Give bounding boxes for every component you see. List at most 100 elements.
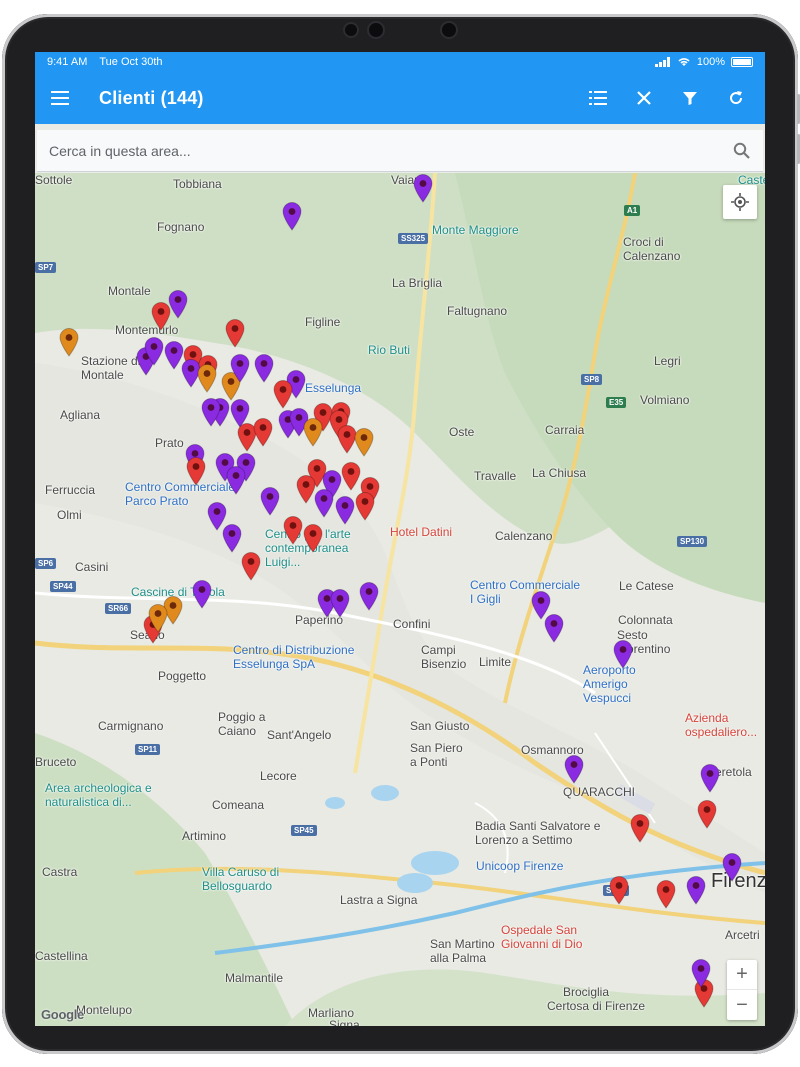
place-label: Villa Caruso di Bellosguardo xyxy=(202,865,280,893)
client-pin-purple[interactable] xyxy=(221,523,243,553)
client-pin-purple[interactable] xyxy=(721,852,743,882)
client-pin-purple[interactable] xyxy=(563,754,585,784)
client-pin-purple[interactable] xyxy=(334,495,356,525)
client-pin-purple[interactable] xyxy=(543,613,565,643)
client-pin-orange[interactable] xyxy=(58,327,80,357)
client-pin-purple[interactable] xyxy=(281,201,303,231)
client-pin-red[interactable] xyxy=(696,799,718,829)
client-pin-red[interactable] xyxy=(302,523,324,553)
zoom-in-button[interactable]: + xyxy=(727,960,757,990)
client-pin-purple[interactable] xyxy=(690,958,712,988)
page-title: Clienti (144) xyxy=(99,87,204,108)
client-pin-red[interactable] xyxy=(252,417,274,447)
place-label: Olmi xyxy=(57,508,82,522)
place-label: La Briglia xyxy=(392,276,443,290)
place-label: Tobbiana xyxy=(173,177,222,191)
client-pin-red[interactable] xyxy=(608,875,630,905)
status-right: 100% xyxy=(654,56,753,68)
my-location-button[interactable] xyxy=(723,185,757,219)
app-screen: 9:41 AM Tue Oct 30th 100% Clienti (144) xyxy=(35,52,765,1026)
place-label: Croci di Calenzano xyxy=(623,235,681,263)
client-pin-purple[interactable] xyxy=(143,336,165,366)
search-icon[interactable] xyxy=(733,142,751,160)
wifi-icon xyxy=(678,58,690,66)
place-label: Rio Buti xyxy=(368,343,411,357)
client-pin-red[interactable] xyxy=(224,318,246,348)
search-input[interactable] xyxy=(49,142,733,159)
client-pin-red[interactable] xyxy=(240,551,262,581)
client-pin-purple[interactable] xyxy=(229,353,251,383)
place-label: Montale xyxy=(108,284,151,298)
place-label: San Giusto xyxy=(410,719,470,733)
place-label: Centro di Distribuzione Esselunga SpA xyxy=(233,643,355,671)
place-label: Le Catese xyxy=(619,579,674,593)
client-pin-purple[interactable] xyxy=(685,875,707,905)
place-label: Unicoop Firenze xyxy=(476,859,564,873)
place-label: Aeroporto Amerigo Vespucci xyxy=(583,663,636,705)
road-badge: SR66 xyxy=(105,603,132,614)
client-pin-red[interactable] xyxy=(629,813,651,843)
client-pin-red[interactable] xyxy=(272,379,294,409)
camera-icon xyxy=(369,23,383,37)
client-pin-purple[interactable] xyxy=(699,763,721,793)
menu-icon[interactable] xyxy=(49,87,71,109)
list-icon[interactable] xyxy=(587,87,609,109)
client-pin-orange[interactable] xyxy=(302,417,324,447)
place-label: Centro Commerciale I Gigli xyxy=(470,578,581,606)
client-pin-purple[interactable] xyxy=(329,588,351,618)
filter-icon[interactable] xyxy=(679,87,701,109)
client-pin-purple[interactable] xyxy=(191,579,213,609)
place-label: Esselunga xyxy=(305,381,362,395)
status-bar: 9:41 AM Tue Oct 30th 100% xyxy=(35,52,765,72)
road-badge: E35 xyxy=(606,397,627,408)
place-label: Sant'Angelo xyxy=(267,728,332,742)
place-label: Limite xyxy=(479,655,512,669)
place-label: Legri xyxy=(654,354,681,368)
place-label: Comeana xyxy=(212,798,265,812)
close-icon[interactable] xyxy=(633,87,655,109)
place-label: Lastra a Signa xyxy=(340,893,418,907)
client-pin-orange[interactable] xyxy=(196,363,218,393)
road-badge: SP45 xyxy=(291,825,317,836)
place-label: Arcetri xyxy=(725,928,760,942)
client-pin-red[interactable] xyxy=(185,456,207,486)
place-label: Poggetto xyxy=(158,669,207,683)
client-pin-purple[interactable] xyxy=(412,173,434,203)
place-label: San Piero a Ponti xyxy=(410,741,463,769)
place-label: Sottole xyxy=(35,173,73,187)
client-pin-purple[interactable] xyxy=(612,639,634,669)
client-pin-purple[interactable] xyxy=(259,486,281,516)
client-pin-red[interactable] xyxy=(354,491,376,521)
place-label: Lecore xyxy=(260,769,297,783)
battery-percent: 100% xyxy=(696,56,725,68)
place-label: Fognano xyxy=(157,220,205,234)
place-label: San Martino alla Palma xyxy=(430,937,495,965)
zoom-out-button[interactable]: − xyxy=(727,990,757,1020)
client-pin-purple[interactable] xyxy=(358,581,380,611)
status-time: 9:41 AM xyxy=(47,56,88,68)
place-label: Montelupo xyxy=(76,1003,133,1017)
client-pin-purple[interactable] xyxy=(200,397,222,427)
client-pin-red[interactable] xyxy=(282,515,304,545)
place-label: Colonnata xyxy=(618,613,673,627)
map-view[interactable]: Tobbiana Fognano Montale Montemurlo Stazione… xyxy=(35,173,765,1026)
client-pin-purple[interactable] xyxy=(225,465,247,495)
place-label: Artimino xyxy=(182,829,227,843)
place-label: Agliana xyxy=(60,408,101,422)
refresh-icon[interactable] xyxy=(725,87,747,109)
place-label: Confini xyxy=(393,617,431,631)
place-label: Volmiano xyxy=(640,393,690,407)
road-badge: SP8 xyxy=(581,374,603,385)
camera-icon xyxy=(345,24,357,36)
place-label: QUARACCHI xyxy=(563,785,636,799)
place-label: Certosa di Firenze xyxy=(547,999,646,1013)
client-pin-purple[interactable] xyxy=(313,488,335,518)
appbar-actions xyxy=(587,87,747,109)
place-label: Ferruccia xyxy=(45,483,96,497)
client-pin-orange[interactable] xyxy=(147,603,169,633)
search-bar xyxy=(37,130,763,172)
zoom-controls: + − xyxy=(727,960,757,1020)
client-pin-purple[interactable] xyxy=(167,289,189,319)
client-pin-orange[interactable] xyxy=(353,427,375,457)
client-pin-red[interactable] xyxy=(655,879,677,909)
